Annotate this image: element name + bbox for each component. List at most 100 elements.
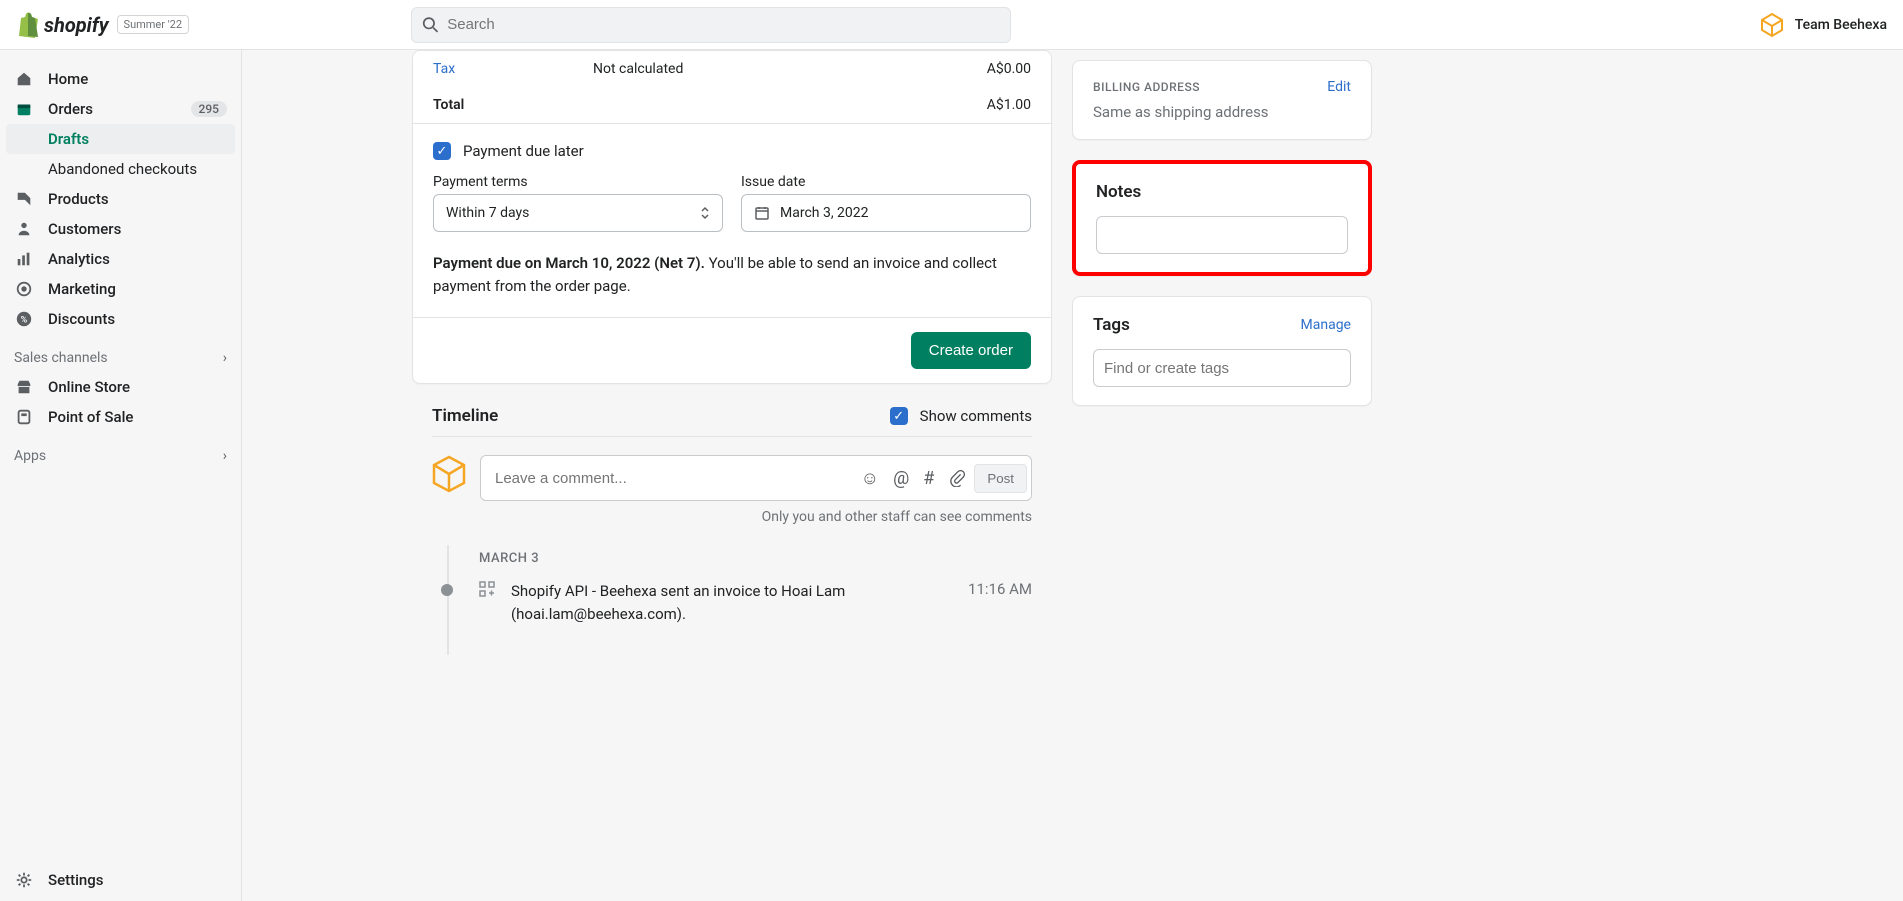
team-menu[interactable]: Team Beehexa bbox=[1759, 12, 1887, 38]
avatar-hex-icon bbox=[432, 455, 466, 493]
emoji-icon[interactable]: ☺ bbox=[861, 468, 879, 489]
payment-section: ✓ Payment due later Payment terms Within… bbox=[413, 124, 1051, 252]
attachment-icon[interactable] bbox=[948, 469, 966, 487]
tax-link[interactable]: Tax bbox=[433, 61, 593, 77]
billing-card: BILLING ADDRESS Edit Same as shipping ad… bbox=[1072, 60, 1372, 140]
timeline-entry-time: 11:16 AM bbox=[968, 580, 1032, 598]
timeline-app-icon bbox=[479, 580, 495, 597]
marketing-icon bbox=[14, 280, 34, 298]
svg-text:%: % bbox=[21, 316, 28, 326]
total-amount: A$1.00 bbox=[987, 97, 1031, 113]
issue-date-input[interactable]: March 3, 2022 bbox=[741, 194, 1031, 232]
nav-online-store-label: Online Store bbox=[48, 378, 130, 396]
payment-due-later-checkbox[interactable]: ✓ Payment due later bbox=[433, 142, 1031, 160]
apps-header[interactable]: Apps › bbox=[0, 432, 241, 470]
sales-channels-label: Sales channels bbox=[14, 350, 108, 366]
payment-note-bold: Payment due on March 10, 2022 (Net 7). bbox=[433, 254, 705, 272]
nav-analytics[interactable]: Analytics bbox=[0, 244, 241, 274]
brand-text: shopify bbox=[44, 13, 109, 37]
logo-group: shopify Summer '22 bbox=[16, 12, 411, 38]
products-icon bbox=[14, 190, 34, 208]
comment-input[interactable] bbox=[495, 470, 861, 487]
nav-customers[interactable]: Customers bbox=[0, 214, 241, 244]
search-box[interactable] bbox=[411, 7, 1011, 43]
nav-pos[interactable]: Point of Sale bbox=[0, 402, 241, 432]
nav-products[interactable]: Products bbox=[0, 184, 241, 214]
sales-channels-header[interactable]: Sales channels › bbox=[0, 334, 241, 372]
nav-abandoned-label: Abandoned checkouts bbox=[48, 160, 197, 178]
season-badge: Summer '22 bbox=[117, 15, 189, 34]
nav-discounts[interactable]: % Discounts bbox=[0, 304, 241, 334]
payment-terms-select[interactable]: Within 7 days bbox=[433, 194, 723, 232]
team-hex-icon bbox=[1759, 12, 1785, 38]
billing-sub: Same as shipping address bbox=[1093, 103, 1351, 121]
nav-analytics-label: Analytics bbox=[48, 250, 110, 268]
timeline-date: MARCH 3 bbox=[479, 545, 1032, 580]
nav-pos-label: Point of Sale bbox=[48, 408, 133, 426]
chevron-right-icon: › bbox=[223, 448, 227, 464]
store-icon bbox=[14, 378, 34, 396]
nav-marketing-label: Marketing bbox=[48, 280, 116, 298]
shopify-logo[interactable]: shopify bbox=[16, 12, 109, 38]
timeline-dot-icon bbox=[441, 584, 453, 596]
customers-icon bbox=[14, 220, 34, 238]
notes-title: Notes bbox=[1096, 182, 1141, 202]
payment-terms-label: Payment terms bbox=[433, 174, 723, 190]
apps-label: Apps bbox=[14, 448, 46, 464]
nav-orders-label: Orders bbox=[48, 100, 93, 118]
tax-mid: Not calculated bbox=[593, 61, 987, 77]
tags-input[interactable] bbox=[1093, 349, 1351, 387]
topbar: shopify Summer '22 Team Beehexa bbox=[0, 0, 1903, 50]
search-input[interactable] bbox=[447, 16, 1000, 33]
main: Tax Not calculated A$0.00 Total A$1.00 ✓… bbox=[242, 50, 1903, 901]
search-icon bbox=[422, 16, 439, 34]
show-comments-label: Show comments bbox=[920, 407, 1032, 425]
timeline-title: Timeline bbox=[432, 406, 498, 426]
edit-billing-link[interactable]: Edit bbox=[1327, 79, 1351, 95]
search-wrap bbox=[411, 7, 1011, 43]
hashtag-icon[interactable]: # bbox=[923, 468, 934, 489]
select-arrows-icon bbox=[700, 206, 710, 220]
show-comments-checkbox[interactable]: ✓ Show comments bbox=[890, 407, 1032, 425]
nav-drafts-label: Drafts bbox=[48, 130, 89, 148]
tax-row: Tax Not calculated A$0.00 bbox=[413, 51, 1051, 87]
mention-icon[interactable]: @ bbox=[893, 468, 909, 489]
notes-card: Notes bbox=[1072, 160, 1372, 276]
sidebar: Home Orders 295 Drafts Abandoned checkou… bbox=[0, 50, 242, 901]
staff-note: Only you and other staff can see comment… bbox=[432, 501, 1032, 545]
nav-online-store[interactable]: Online Store bbox=[0, 372, 241, 402]
post-button[interactable]: Post bbox=[974, 464, 1027, 493]
total-row: Total A$1.00 bbox=[413, 87, 1051, 123]
timeline-header: Timeline ✓ Show comments bbox=[412, 384, 1052, 436]
nav-home[interactable]: Home bbox=[0, 64, 241, 94]
nav-discounts-label: Discounts bbox=[48, 310, 115, 328]
home-icon bbox=[14, 70, 34, 88]
tax-amount: A$0.00 bbox=[987, 61, 1031, 77]
nav-settings-label: Settings bbox=[48, 871, 104, 889]
orders-count: 295 bbox=[191, 101, 227, 117]
payment-due-later-label: Payment due later bbox=[463, 142, 584, 160]
nav-orders[interactable]: Orders 295 bbox=[0, 94, 241, 124]
nav-abandoned[interactable]: Abandoned checkouts bbox=[0, 154, 241, 184]
payment-terms-value: Within 7 days bbox=[446, 205, 529, 221]
billing-title: BILLING ADDRESS bbox=[1093, 80, 1200, 94]
calendar-icon bbox=[754, 205, 770, 221]
nav-marketing[interactable]: Marketing bbox=[0, 274, 241, 304]
payment-terms-field: Payment terms Within 7 days bbox=[433, 174, 723, 232]
team-name: Team Beehexa bbox=[1795, 17, 1887, 33]
tags-card: Tags Manage bbox=[1072, 296, 1372, 406]
timeline-entry-text: Shopify API - Beehexa sent an invoice to… bbox=[511, 580, 952, 625]
issue-date-field: Issue date March 3, 2022 bbox=[741, 174, 1031, 232]
nav-home-label: Home bbox=[48, 70, 88, 88]
create-order-button[interactable]: Create order bbox=[911, 332, 1031, 369]
orders-icon bbox=[14, 100, 34, 118]
issue-date-label: Issue date bbox=[741, 174, 1031, 190]
nav-drafts[interactable]: Drafts bbox=[6, 124, 235, 154]
nav-settings[interactable]: Settings bbox=[0, 865, 241, 895]
payment-note: Payment due on March 10, 2022 (Net 7). Y… bbox=[413, 252, 1051, 317]
manage-tags-link[interactable]: Manage bbox=[1301, 317, 1351, 333]
total-label: Total bbox=[433, 97, 593, 113]
discounts-icon: % bbox=[14, 310, 34, 328]
checkbox-checked-icon: ✓ bbox=[433, 142, 451, 160]
notes-input[interactable] bbox=[1096, 216, 1348, 254]
